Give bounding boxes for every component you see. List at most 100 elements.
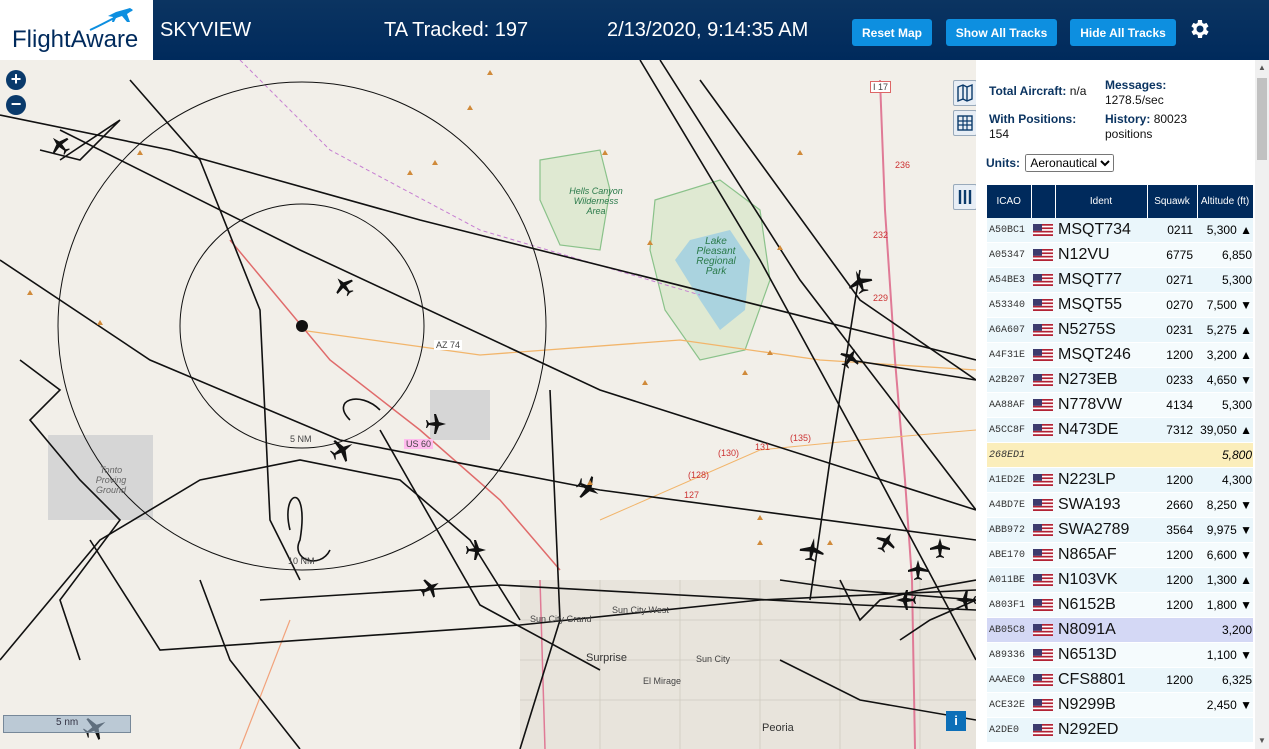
ident-cell: N6152B [1055, 592, 1147, 618]
scroll-down-icon[interactable]: ▼ [1258, 736, 1266, 745]
ident-cell: SWA193 [1055, 492, 1147, 518]
ident-cell: N292ED [1055, 717, 1147, 743]
range-10nm-label: 10 NM [288, 556, 315, 566]
altitude-cell: 5,800 [1197, 442, 1253, 468]
flag-cell [1031, 642, 1055, 668]
ident-cell: N223LP [1055, 467, 1147, 493]
road-sw [239, 619, 291, 749]
flag-cell [1031, 667, 1055, 693]
table-row[interactable]: A54BE3 MSQT77 0271 5,300 [987, 267, 1253, 293]
altitude-cell: 6,325 [1197, 667, 1253, 693]
table-row[interactable]: ABB972 SWA2789 3564 9,975 ▼ [987, 517, 1253, 543]
aircraft-icon [876, 533, 895, 553]
table-row[interactable]: A011BE N103VK 1200 1,300 ▲ [987, 567, 1253, 593]
flightaware-logo[interactable]: FlightAware [0, 0, 153, 60]
route-127-label: 127 [684, 490, 700, 500]
top-bar: FlightAware SKYVIEW TA Tracked: 197 2/13… [0, 0, 1269, 60]
us60-label: US 60 [404, 439, 434, 449]
altitude-cell: 5,300 ▲ [1197, 218, 1253, 243]
map-view[interactable]: + − AZ 74 US 60 5 NM 10 NM Hells Canyon … [0, 60, 976, 749]
sun-city-label: Sun City [696, 654, 731, 664]
grid-button[interactable] [953, 110, 976, 136]
altitude-cell: 3,200 [1197, 617, 1253, 643]
table-row[interactable]: AA88AF N778VW 4134 5,300 [987, 392, 1253, 418]
squawk-cell: 6775 [1147, 242, 1197, 268]
table-row[interactable]: A803F1 N6152B 1200 1,800 ▼ [987, 592, 1253, 618]
table-row[interactable]: A53340 MSQT55 0270 7,500 ▼ [987, 292, 1253, 318]
show-all-tracks-button[interactable]: Show All Tracks [946, 19, 1057, 46]
ident-cell: N473DE [1055, 417, 1147, 443]
squawk-cell [1147, 692, 1197, 718]
us-flag-icon [1033, 423, 1053, 436]
us-flag-icon [1033, 248, 1053, 261]
table-row[interactable]: A1ED2E N223LP 1200 4,300 [987, 467, 1253, 493]
col-flag[interactable] [1031, 185, 1056, 218]
altitude-cell: 4,300 [1197, 467, 1253, 493]
messages-value: 1278.5/sec [1105, 93, 1164, 107]
table-row[interactable]: ACE32E N9299B 2,450 ▼ [987, 692, 1253, 718]
squawk-cell: 7312 [1147, 417, 1197, 443]
units-select[interactable]: Aeronautical [1025, 154, 1115, 172]
columns-button[interactable] [953, 184, 976, 210]
flag-cell [1031, 467, 1055, 493]
table-row[interactable]: 268ED1 5,800 [987, 442, 1253, 468]
col-altitude[interactable]: Altitude (ft) [1197, 185, 1254, 218]
us-flag-icon [1033, 373, 1053, 386]
aircraft-icon [336, 278, 354, 297]
ident-cell: N5275S [1055, 317, 1147, 343]
zoom-out-button[interactable]: − [6, 95, 26, 115]
sidebar-scrollbar[interactable]: ▲ ▼ [1255, 60, 1269, 749]
table-row[interactable]: A89336 N6513D 1,100 ▼ [987, 642, 1253, 668]
zoom-in-button[interactable]: + [6, 70, 26, 90]
icao-cell: A4BD7E [987, 492, 1031, 518]
table-row[interactable]: A50BC1 MSQT734 0211 5,300 ▲ [987, 218, 1253, 243]
us-flag-icon [1033, 523, 1053, 536]
app-title: SKYVIEW [160, 19, 252, 41]
table-row[interactable]: A4F31E MSQT246 1200 3,200 ▲ [987, 342, 1253, 368]
table-row[interactable]: A4BD7E SWA193 2660 8,250 ▼ [987, 492, 1253, 518]
scroll-up-icon[interactable]: ▲ [1258, 63, 1266, 72]
map-scale-bar: 5 nm [3, 715, 131, 733]
icao-cell: ABB972 [987, 517, 1031, 543]
table-row[interactable]: AB05C8 N8091A 3,200 [987, 617, 1253, 643]
table-row[interactable]: A6A607 N5275S 0231 5,275 ▲ [987, 317, 1253, 343]
boundary-line [239, 60, 701, 296]
table-row[interactable]: A05347 N12VU 6775 6,850 [987, 242, 1253, 268]
ident-cell: CFS8801 [1055, 667, 1147, 693]
info-icon[interactable]: i [946, 711, 966, 731]
table-row[interactable]: ABE170 N865AF 1200 6,600 ▼ [987, 542, 1253, 568]
altitude-cell: 5,275 ▲ [1197, 317, 1253, 343]
sun-city-west-label: Sun City West [612, 605, 669, 615]
history-stat: History: 80023 positions [1105, 112, 1205, 142]
table-row[interactable]: A2B207 N273EB 0233 4,650 ▼ [987, 367, 1253, 393]
altitude-cell: 1,100 ▼ [1197, 642, 1253, 668]
ident-cell: N8091A [1055, 617, 1147, 643]
ident-cell [1055, 442, 1147, 468]
col-icao[interactable]: ICAO [987, 185, 1032, 218]
icao-cell: A50BC1 [987, 218, 1031, 243]
logo-text: FlightAware [12, 26, 139, 53]
icao-cell: AAAEC0 [987, 667, 1031, 693]
col-squawk[interactable]: Squawk [1147, 185, 1198, 218]
icao-cell: ABE170 [987, 542, 1031, 568]
us-flag-icon [1033, 673, 1053, 686]
hide-all-tracks-button[interactable]: Hide All Tracks [1070, 19, 1176, 46]
table-row[interactable]: A2DE0 N292ED [987, 717, 1253, 743]
flag-cell [1031, 592, 1055, 618]
altitude-cell: 4,650 ▼ [1197, 367, 1253, 393]
table-row[interactable]: AAAEC0 CFS8801 1200 6,325 [987, 667, 1253, 693]
flag-cell [1031, 692, 1055, 718]
gear-icon[interactable] [1187, 17, 1211, 41]
route-229-label: 229 [873, 293, 889, 303]
reset-map-button[interactable]: Reset Map [852, 19, 932, 46]
icao-cell: A1ED2E [987, 467, 1031, 493]
us-flag-icon [1033, 598, 1053, 611]
map-layers-button[interactable] [953, 80, 976, 106]
table-row[interactable]: A5CC8F N473DE 7312 39,050 ▲ [987, 417, 1253, 443]
icao-cell: A803F1 [987, 592, 1031, 618]
icao-cell: 268ED1 [987, 442, 1031, 468]
map-canvas[interactable] [0, 60, 976, 749]
col-ident[interactable]: Ident [1055, 185, 1148, 218]
scroll-thumb[interactable] [1257, 78, 1267, 160]
el-mirage-label: El Mirage [643, 676, 682, 686]
